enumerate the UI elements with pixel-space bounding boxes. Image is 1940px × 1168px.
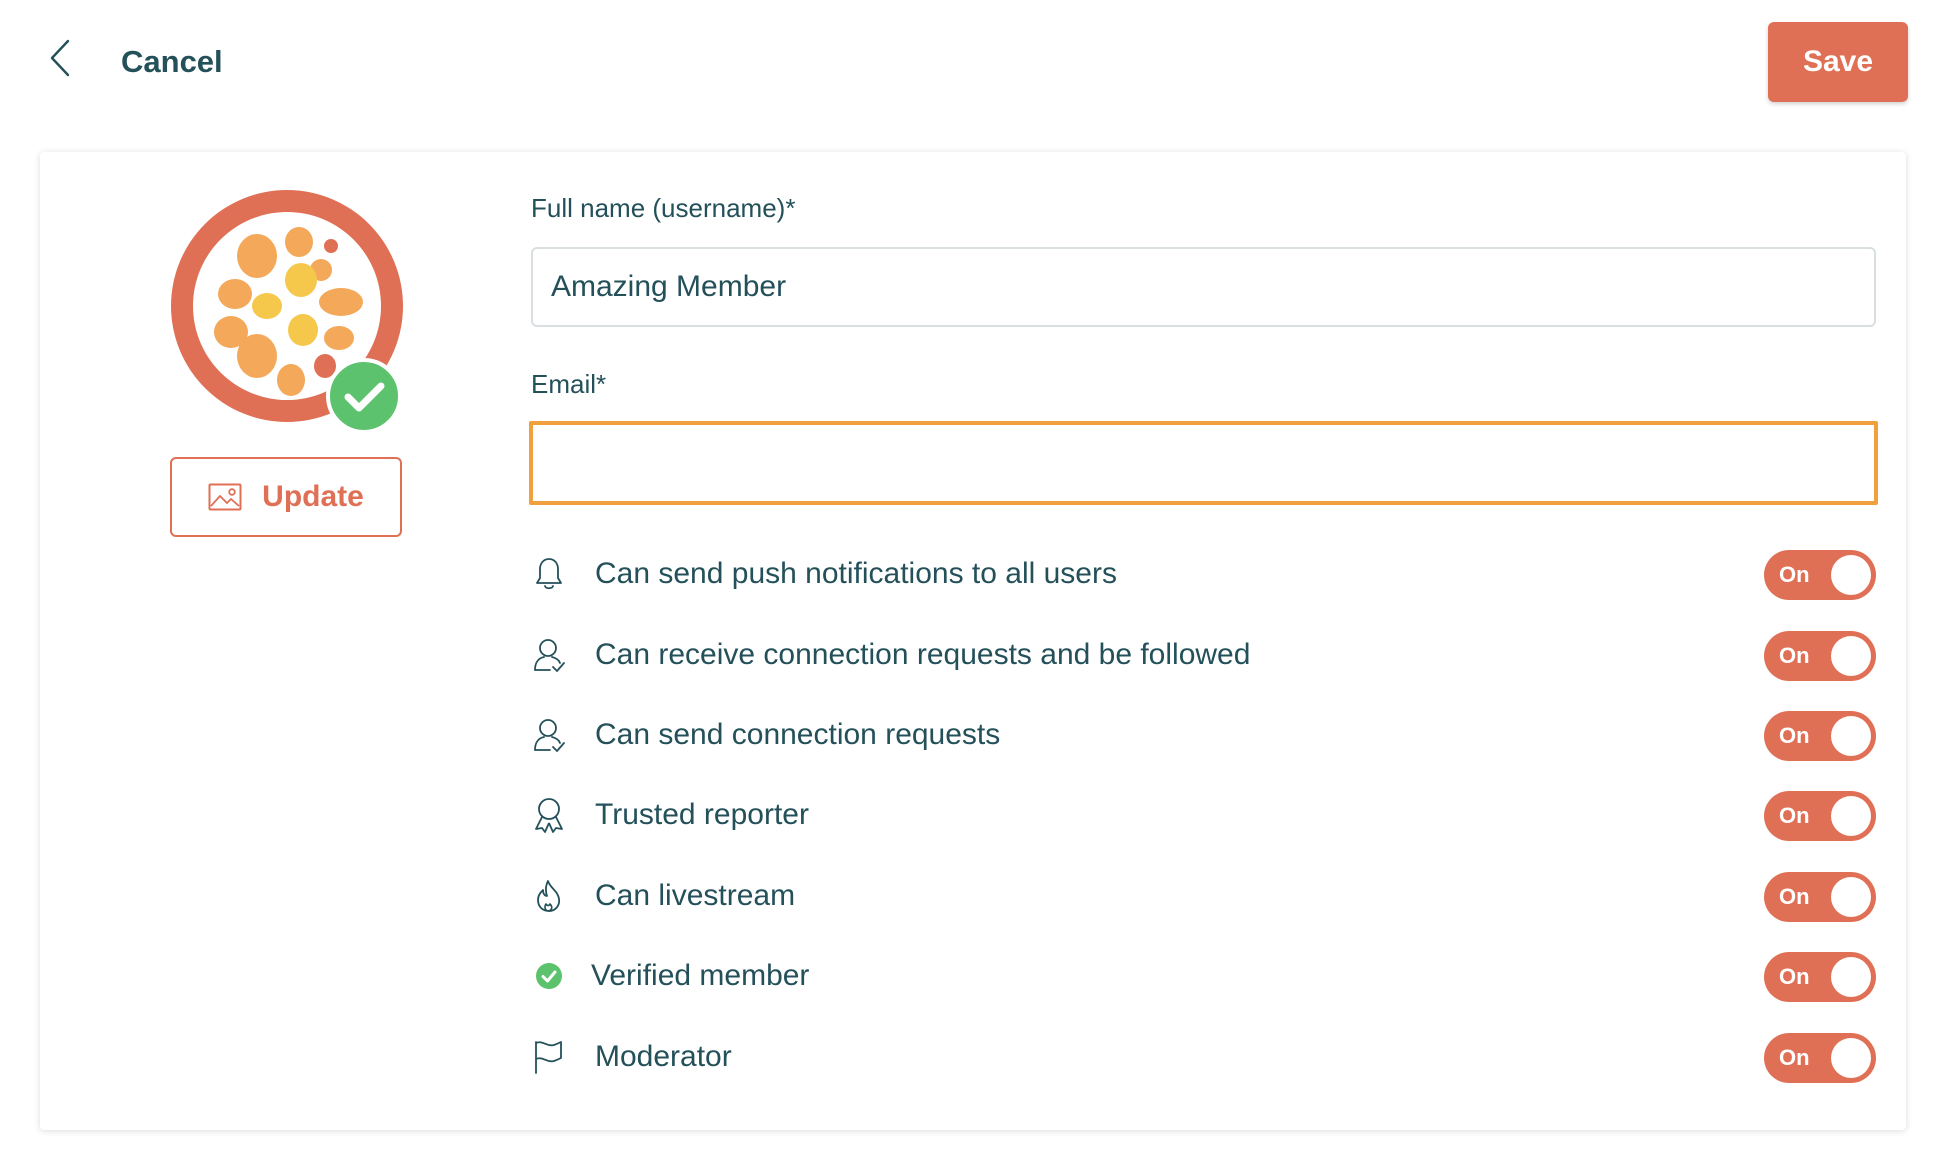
permission-label: Trusted reporter	[595, 798, 809, 831]
toggle-state-label: On	[1779, 723, 1810, 748]
toggle-push-notifications[interactable]: On	[1764, 550, 1876, 600]
permission-label: Can receive connection requests and be f…	[595, 638, 1251, 671]
bell-icon	[531, 554, 567, 594]
toggle-state-label: On	[1779, 884, 1810, 909]
toggle-trusted-reporter[interactable]: On	[1764, 791, 1876, 841]
toggle-moderator[interactable]: On	[1764, 1033, 1876, 1083]
toggle-knob	[1831, 1038, 1871, 1078]
permission-label: Moderator	[595, 1040, 732, 1073]
toggle-state-label: On	[1779, 964, 1810, 989]
permission-label: Can send push notifications to all users	[595, 557, 1117, 590]
permission-row-push-notifications: Can send push notifications to all users…	[531, 544, 1876, 604]
toggle-send-connections[interactable]: On	[1764, 711, 1876, 761]
toggle-receive-connections[interactable]: On	[1764, 631, 1876, 681]
permission-label: Can send connection requests	[595, 718, 1001, 751]
toggle-state-label: On	[1779, 643, 1810, 668]
image-icon	[208, 483, 242, 511]
update-avatar-button[interactable]: Update	[170, 457, 402, 537]
toggle-verified-member[interactable]: On	[1764, 952, 1876, 1002]
toggle-knob	[1831, 957, 1871, 997]
email-label: Email*	[531, 369, 607, 399]
flame-icon	[531, 876, 567, 916]
permission-row-livestream: Can livestream On	[531, 866, 1876, 926]
top-bar: Cancel Save	[0, 0, 1940, 140]
check-circle-icon	[531, 956, 567, 996]
permission-label: Verified member	[591, 959, 810, 992]
permission-row-moderator: Moderator On	[531, 1027, 1876, 1087]
full-name-input[interactable]	[531, 247, 1876, 327]
back-button[interactable]	[40, 36, 80, 80]
flag-icon	[531, 1037, 567, 1077]
profile-card: Update Full name (username)* Email* Can …	[40, 152, 1906, 1130]
full-name-label: Full name (username)*	[531, 193, 796, 223]
verified-badge-icon	[326, 358, 402, 434]
toggle-state-label: On	[1779, 562, 1810, 587]
toggle-knob	[1831, 716, 1871, 756]
toggle-livestream[interactable]: On	[1764, 872, 1876, 922]
update-label: Update	[262, 480, 364, 513]
permission-row-send-connections: Can send connection requests On	[531, 705, 1876, 765]
toggle-knob	[1831, 555, 1871, 595]
award-ribbon-icon	[531, 795, 567, 835]
permission-label: Can livestream	[595, 879, 796, 912]
user-check-icon	[531, 635, 567, 675]
user-check-icon	[531, 715, 567, 755]
toggle-knob	[1831, 796, 1871, 836]
toggle-knob	[1831, 877, 1871, 917]
toggle-state-label: On	[1779, 803, 1810, 828]
email-input[interactable]	[529, 421, 1878, 505]
toggle-knob	[1831, 636, 1871, 676]
toggle-state-label: On	[1779, 1045, 1810, 1070]
permission-row-verified-member: Verified member On	[531, 946, 1876, 1006]
chevron-left-icon	[50, 39, 70, 77]
permission-row-receive-connections: Can receive connection requests and be f…	[531, 625, 1876, 685]
permission-row-trusted-reporter: Trusted reporter On	[531, 785, 1876, 845]
cancel-link[interactable]: Cancel	[121, 44, 223, 80]
save-button[interactable]: Save	[1768, 22, 1908, 102]
